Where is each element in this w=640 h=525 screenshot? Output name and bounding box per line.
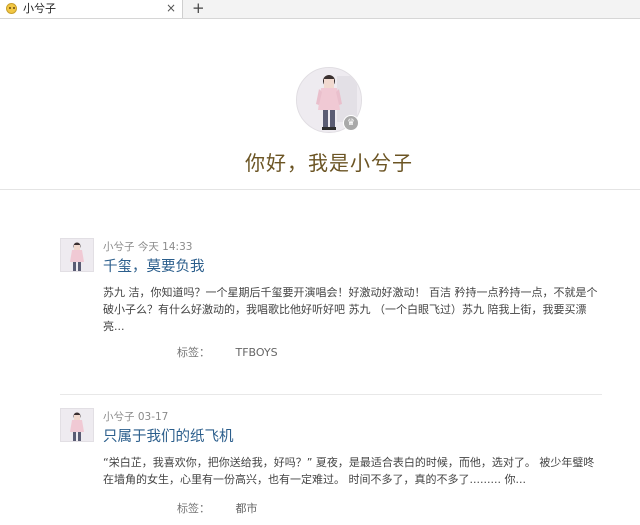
post-time: 03-17 <box>137 411 169 423</box>
post-meta: 小兮子 03-17 <box>103 411 168 424</box>
list-item: 小兮子 03-17 只属于我们的纸飞机 “栄白芷，我喜欢你，把你送给我，好吗？”… <box>60 408 602 525</box>
avatar-illustration <box>61 409 93 441</box>
browser-tab-strip: 小兮子 × + <box>0 0 640 19</box>
post-title-link[interactable]: 只属于我们的纸飞机 <box>103 427 234 447</box>
avatar[interactable] <box>60 238 94 272</box>
tab-title: 小兮子 <box>23 2 56 15</box>
post-author[interactable]: 小兮子 <box>103 241 135 253</box>
crown-badge-icon: ♛ <box>343 115 359 131</box>
smiley-favicon-icon <box>6 3 17 14</box>
post-author[interactable]: 小兮子 <box>103 411 135 423</box>
avatar[interactable] <box>60 408 94 442</box>
post-tags: 标签： TFBOYS <box>177 346 278 360</box>
tag-link[interactable]: 都市 <box>236 502 258 515</box>
close-icon[interactable]: × <box>166 1 176 15</box>
tag-link[interactable]: TFBOYS <box>236 346 278 359</box>
post-excerpt: “栄白芷，我喜欢你，把你送给我，好吗？” 夏夜，是最适合表白的时候，而他，选对了… <box>103 456 595 486</box>
list-item: 小兮子 今天 14:33 千玺，莫要负我 苏九 洁，你知道吗？一个星期后千玺要开… <box>60 238 602 395</box>
page-title: 你好，我是小兮子 <box>245 151 413 175</box>
post-meta: 小兮子 今天 14:33 <box>103 241 192 254</box>
plus-icon[interactable]: + <box>192 0 205 17</box>
tag-label: 标签： <box>177 502 210 515</box>
post-time: 今天 14:33 <box>137 241 193 253</box>
post-title-link[interactable]: 千玺，莫要负我 <box>103 257 205 277</box>
post-excerpt: 苏九 洁，你知道吗？一个星期后千玺要开演唱会！好激动好激动！ 百洁 矜持一点矜持… <box>103 286 598 333</box>
browser-tab[interactable]: 小兮子 × <box>0 0 183 18</box>
avatar-illustration <box>61 239 93 271</box>
profile-header: ♛ 你好，我是小兮子 <box>0 19 640 190</box>
post-tags: 标签： 都市 <box>177 502 258 516</box>
tag-label: 标签： <box>177 346 210 359</box>
